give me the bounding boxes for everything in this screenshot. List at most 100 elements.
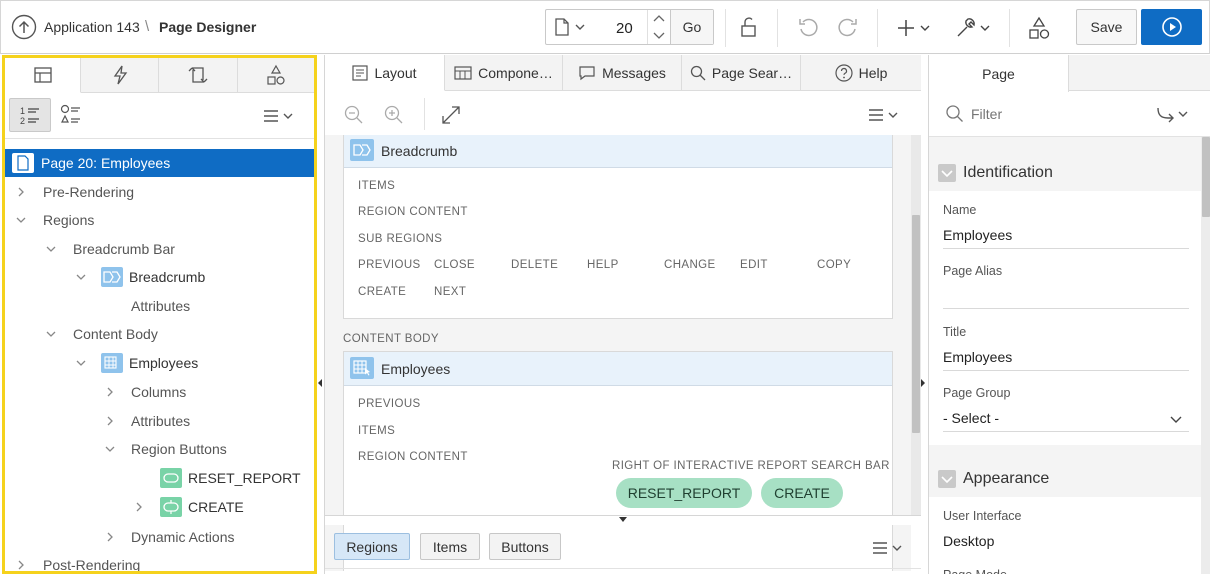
tab-dynamic-actions[interactable]	[81, 58, 159, 93]
reset-report-button[interactable]: RESET_REPORT	[616, 478, 752, 508]
tree-node[interactable]: Page 20: Employees	[5, 149, 314, 177]
page-group-select[interactable]: - Select -	[943, 410, 1189, 432]
chevron-down-icon[interactable]	[75, 357, 87, 369]
tab-processing[interactable]	[159, 58, 238, 93]
tree-node[interactable]: Breadcrumb	[5, 263, 314, 291]
tab-shared-components[interactable]	[238, 58, 314, 93]
tree-node[interactable]: Post-Rendering	[5, 551, 314, 571]
property-spacer	[929, 137, 1201, 155]
chevron-down-icon[interactable]	[45, 328, 57, 340]
layout-icon	[352, 64, 369, 81]
scrollbar-thumb[interactable]	[1202, 137, 1210, 217]
chevron-down-icon[interactable]	[75, 271, 87, 283]
breadcrumb-region-header[interactable]: Breadcrumb	[344, 135, 892, 168]
tab-page[interactable]: Page	[929, 55, 1069, 92]
subtab-regions[interactable]: Regions	[334, 533, 410, 560]
tree-node[interactable]: Dynamic Actions	[5, 523, 314, 551]
tab-messages[interactable]: Messages	[563, 55, 682, 91]
tree-node-label: Breadcrumb Bar	[73, 241, 175, 257]
zoom-in-icon[interactable]	[383, 104, 405, 126]
create-menu-icon[interactable]	[896, 16, 934, 40]
layout-scrollbar[interactable]	[911, 135, 921, 519]
app-home-icon[interactable]	[11, 14, 37, 40]
redo-icon[interactable]	[836, 16, 860, 40]
tree-node[interactable]: Pre-Rendering	[5, 178, 314, 206]
expand-icon[interactable]	[440, 104, 462, 126]
processing-icon	[188, 67, 208, 83]
collapse-icon[interactable]	[938, 470, 956, 488]
zoom-out-icon[interactable]	[343, 104, 365, 126]
app-name-link[interactable]: Application 143	[44, 19, 140, 35]
tree-node[interactable]: Employees	[5, 349, 314, 377]
tree-node[interactable]: Content Body	[5, 320, 314, 348]
page-number-field[interactable]: 20	[616, 20, 633, 37]
tree-node[interactable]: Columns	[5, 378, 314, 406]
tree-node-label: CREATE	[188, 499, 244, 515]
tree-node[interactable]: Region Buttons	[5, 435, 314, 463]
scrollbar-thumb[interactable]	[912, 215, 920, 433]
grid-menu-button[interactable]	[869, 538, 907, 558]
tab-component[interactable]: Compone…	[445, 55, 563, 91]
breadcrumb-region-card[interactable]: Breadcrumb ITEMS REGION CONTENT SUB REGI…	[343, 135, 893, 319]
breadcrumb-region-title: Breadcrumb	[381, 143, 458, 159]
subtab-items[interactable]: Items	[420, 533, 480, 560]
position-label: REGION CONTENT	[358, 451, 468, 463]
go-to-group-button[interactable]	[1155, 103, 1191, 125]
chevron-right-icon[interactable]	[133, 501, 145, 513]
left-splitter-handle[interactable]	[317, 376, 323, 390]
filter-input[interactable]	[971, 102, 1121, 126]
save-button[interactable]: Save	[1076, 9, 1137, 45]
create-button[interactable]: CREATE	[761, 478, 843, 508]
tree-node[interactable]: Breadcrumb Bar	[5, 235, 314, 263]
chevron-down-icon[interactable]	[45, 243, 57, 255]
property-scrollbar[interactable]	[1201, 137, 1210, 574]
chevron-right-icon[interactable]	[104, 531, 116, 543]
go-button[interactable]: Go	[670, 10, 713, 44]
view-ordered-button[interactable]: 12	[9, 98, 51, 132]
tree-menu-button[interactable]	[260, 106, 298, 126]
button-position-label: EDIT	[740, 259, 768, 271]
view-grouped-button[interactable]	[57, 102, 83, 128]
collapse-icon[interactable]	[938, 164, 956, 182]
chevron-right-icon[interactable]	[104, 386, 116, 398]
chevron-right-icon[interactable]	[104, 415, 116, 427]
shared-components-icon	[267, 64, 285, 85]
title-field[interactable]: Employees	[943, 349, 1189, 371]
tab-help[interactable]: Help	[801, 55, 921, 91]
tree-node-label: Dynamic Actions	[131, 529, 235, 545]
chevron-right-icon[interactable]	[15, 186, 27, 198]
page-icon	[12, 153, 34, 173]
utilities-wrench-icon[interactable]	[954, 15, 994, 41]
tree-node[interactable]: Attributes	[5, 292, 314, 320]
tab-label: Compone…	[478, 64, 553, 81]
position-label: ITEMS	[358, 425, 396, 437]
subtab-buttons[interactable]: Buttons	[489, 533, 561, 560]
undo-icon[interactable]	[796, 16, 820, 40]
page-list-dropdown[interactable]	[552, 17, 590, 37]
name-field[interactable]: Employees	[943, 227, 1189, 249]
chevron-down-icon[interactable]	[15, 214, 27, 226]
tree-node[interactable]: Regions	[5, 206, 314, 234]
chevron-right-icon[interactable]	[15, 559, 27, 571]
layout-menu-button[interactable]	[865, 105, 903, 125]
right-splitter-handle[interactable]	[920, 376, 926, 390]
tree-node[interactable]: RESET_REPORT	[5, 464, 314, 492]
tab-search[interactable]: Page Sear…	[682, 55, 801, 91]
chevron-down-icon[interactable]	[104, 443, 116, 455]
employees-region-header[interactable]: Employees	[344, 352, 892, 386]
button-action-icon	[160, 497, 182, 517]
tab-label: Page Sear…	[711, 64, 793, 81]
horizontal-splitter[interactable]	[325, 515, 921, 525]
tab-layout[interactable]: Layout	[325, 55, 445, 91]
tree-node[interactable]: CREATE	[5, 493, 314, 521]
identification-group-header[interactable]: Identification	[929, 155, 1201, 191]
button-position-label: DELETE	[511, 259, 559, 271]
shared-components-icon[interactable]	[1026, 15, 1052, 41]
page-alias-field[interactable]	[943, 287, 1189, 309]
tree-node[interactable]: Attributes	[5, 407, 314, 435]
tab-rendering[interactable]	[5, 58, 81, 93]
unlock-icon[interactable]	[737, 16, 761, 40]
appearance-group-header[interactable]: Appearance	[929, 461, 1201, 497]
run-page-button[interactable]	[1141, 9, 1202, 45]
page-stepper[interactable]	[647, 10, 669, 44]
